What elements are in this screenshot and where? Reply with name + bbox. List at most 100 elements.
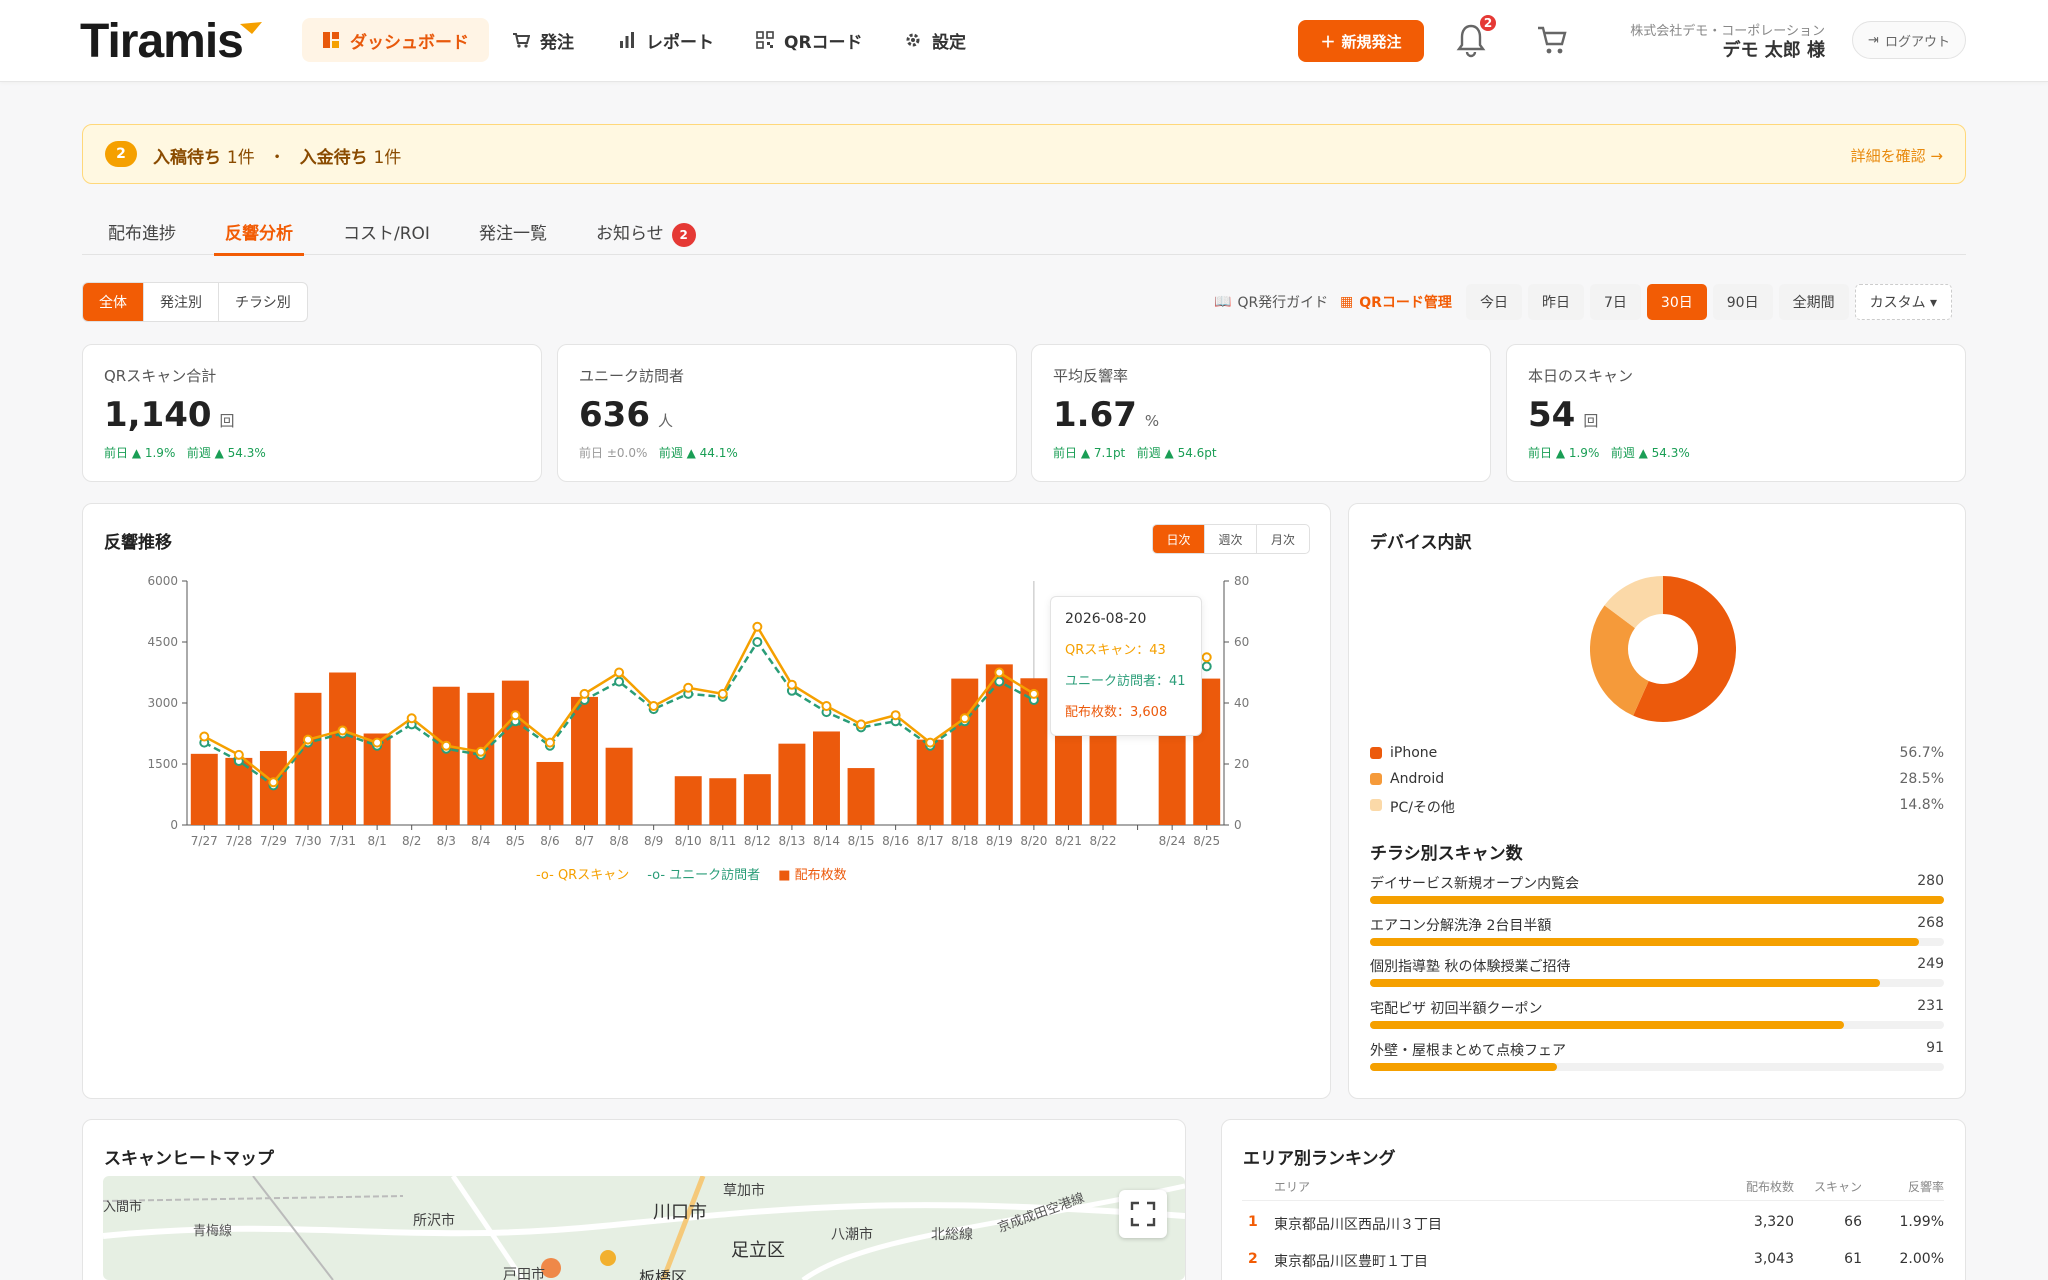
x-tick-label: 8/11 xyxy=(709,834,736,848)
kpi-delta-day: 前日 ▲ 1.9% xyxy=(104,446,176,460)
filter-by-order[interactable]: 発注別 xyxy=(144,283,219,321)
bar-7/30 xyxy=(294,692,322,825)
logo[interactable]: Tiramis xyxy=(80,14,244,69)
cart-icon[interactable] xyxy=(1536,24,1568,56)
kpi-delta-week: 前週 ▲ 44.1% xyxy=(658,446,738,460)
filter-all[interactable]: 全体 xyxy=(83,283,144,321)
tab-notices[interactable]: お知らせ 2 xyxy=(596,219,696,247)
tooltip-dist: 配布枚数：3,608 xyxy=(1065,705,1168,720)
kpi-delta: 前日 ▲ 1.9% 前週 ▲ 54.3% xyxy=(1528,444,1690,461)
tab-order-list[interactable]: 発注一覧 xyxy=(479,219,547,244)
tab-distribution[interactable]: 配布進捗 xyxy=(108,219,176,244)
qr-guide-label: QR発行ガイド xyxy=(1237,295,1329,311)
range-yesterday[interactable]: 昨日 xyxy=(1528,284,1584,320)
logout-icon: ⇥ xyxy=(1868,32,1879,48)
nav-settings[interactable]: 設定 xyxy=(884,18,986,62)
active-tab-indicator xyxy=(214,253,304,256)
legend-dist[interactable]: ■ 配布枚数 xyxy=(778,864,846,883)
kpi-number: 1,140 xyxy=(104,395,212,435)
date-range-selector: 今日 昨日 7日 30日 90日 全期間 カスタム ▾ xyxy=(1466,284,1953,320)
granularity-toggle: 日次 週次 月次 xyxy=(1152,524,1310,554)
gran-monthly[interactable]: 月次 xyxy=(1257,525,1309,553)
kpi-card-response-rate: 平均反響率 1.67% 前日 ▲ 7.1pt 前週 ▲ 54.6pt xyxy=(1031,344,1491,482)
point-QRスキャン xyxy=(890,710,901,721)
kpi-delta-day: 前日 ±0.0% xyxy=(579,446,648,460)
nav-label: QRコード xyxy=(784,32,863,53)
notices-badge: 2 xyxy=(671,223,696,247)
tooltip-uv: ユニーク訪問者：41 xyxy=(1065,674,1186,689)
gran-daily[interactable]: 日次 xyxy=(1153,525,1205,553)
book-icon: 📖 xyxy=(1214,294,1232,310)
qr-guide-link[interactable]: 📖 QR発行ガイド xyxy=(1214,292,1328,312)
fullscreen-button[interactable] xyxy=(1119,1190,1167,1238)
rank-rate: 1.99% xyxy=(1899,1214,1944,1230)
x-tick-label: 7/27 xyxy=(191,834,218,848)
nav-orders[interactable]: 発注 xyxy=(492,18,594,62)
nav-qrcode[interactable]: QRコード xyxy=(736,18,883,62)
kpi-label: QRスキャン合計 xyxy=(104,367,217,385)
scan-heatmap-map[interactable]: 入間市 所沢市 川口市 草加市 足立区 八潮市 戸田市 板橋区 青梅線 北総線 … xyxy=(103,1176,1185,1280)
ranking-header-dist: 配布枚数 xyxy=(1745,1180,1794,1194)
flyer-bar-fill xyxy=(1370,1063,1557,1071)
range-today[interactable]: 今日 xyxy=(1466,284,1522,320)
rank-area: 東京都品川区豊町１丁目 xyxy=(1274,1254,1428,1270)
bar-chart-icon xyxy=(620,32,634,48)
point-QRスキャン xyxy=(717,688,728,699)
point-QRスキャン xyxy=(614,667,625,678)
point-QRスキャン xyxy=(372,737,383,748)
range-90d[interactable]: 90日 xyxy=(1712,284,1773,320)
new-order-button[interactable]: ＋ 新規発注 xyxy=(1298,20,1424,62)
kpi-number: 636 xyxy=(579,395,650,435)
nav-dashboard[interactable]: ダッシュボード xyxy=(302,18,489,62)
filter-by-flyer[interactable]: チラシ別 xyxy=(219,283,307,321)
range-all[interactable]: 全期間 xyxy=(1778,284,1849,320)
x-tick-label: 8/6 xyxy=(540,834,559,848)
point-QRスキャン xyxy=(337,725,348,736)
bar-8/3 xyxy=(432,686,460,825)
trend-title: 反響推移 xyxy=(104,533,172,553)
device-pct-pc: 14.8% xyxy=(1899,797,1944,813)
x-tick-label: 8/9 xyxy=(644,834,663,848)
flyer-value: 91 xyxy=(1926,1040,1944,1056)
tab-cost-roi[interactable]: コスト/ROI xyxy=(343,219,430,244)
rank-scan: 61 xyxy=(1844,1251,1862,1267)
nav-label: レポート xyxy=(646,32,714,53)
kpi-unit: 回 xyxy=(219,412,235,430)
point-QRスキャン xyxy=(821,701,832,712)
qr-manage-link[interactable]: ▦ QRコード管理 xyxy=(1340,292,1452,312)
bar-8/5 xyxy=(501,680,529,825)
legend-uv[interactable]: -o- ユニーク訪問者 xyxy=(647,864,760,883)
alert-text: 入稿待ち 1件 ・ 入金待ち 1件 xyxy=(153,143,401,168)
range-7d[interactable]: 7日 xyxy=(1590,284,1641,320)
alert-count-badge: 2 xyxy=(105,141,137,167)
nav-reports[interactable]: レポート xyxy=(598,18,734,62)
flyer-name: 外壁・屋根まとめて点検フェア xyxy=(1370,1043,1566,1059)
alert-item-2: 入金待ち xyxy=(299,148,368,168)
tab-response-analysis[interactable]: 反響分析 xyxy=(225,219,293,244)
range-30d[interactable]: 30日 xyxy=(1646,284,1707,320)
map-label: 板橋区 xyxy=(639,1268,688,1280)
point-QRスキャン xyxy=(683,682,694,693)
x-tick-label: 7/28 xyxy=(225,834,252,848)
gran-weekly[interactable]: 週次 xyxy=(1205,525,1257,553)
rank-rate: 2.00% xyxy=(1899,1251,1944,1267)
x-tick-label: 8/14 xyxy=(813,834,840,848)
flyer-scan-title: チラシ別スキャン数 xyxy=(1370,844,1523,864)
kpi-card-unique-visitors: ユニーク訪問者 636 人 前日 ±0.0% 前週 ▲ 44.1% xyxy=(557,344,1017,482)
donut-slice-android[interactable] xyxy=(1590,605,1650,716)
flyer-bar-fill xyxy=(1370,938,1920,946)
nav-label: 発注 xyxy=(540,32,574,53)
donut-slice-pc[interactable] xyxy=(1604,576,1664,629)
tooltip-qr: QRスキャン：43 xyxy=(1065,643,1166,658)
gear-icon xyxy=(906,33,920,47)
ranking-header-rate: 反響率 xyxy=(1907,1180,1944,1194)
x-tick-label: 8/22 xyxy=(1090,834,1117,848)
x-tick-label: 7/30 xyxy=(295,834,322,848)
alert-detail-link[interactable]: 詳細を確認 → xyxy=(1851,145,1943,166)
dashboard-tabs: 配布進捗 反響分析 コスト/ROI 発注一覧 お知らせ 2 xyxy=(82,205,1966,256)
point-QRスキャン xyxy=(510,710,521,721)
legend-swatch xyxy=(1370,799,1382,811)
range-custom-dropdown[interactable]: カスタム ▾ xyxy=(1854,284,1953,320)
legend-qr[interactable]: -o- QRスキャン xyxy=(536,864,629,883)
logout-button[interactable]: ⇥ ログアウト xyxy=(1852,21,1966,59)
